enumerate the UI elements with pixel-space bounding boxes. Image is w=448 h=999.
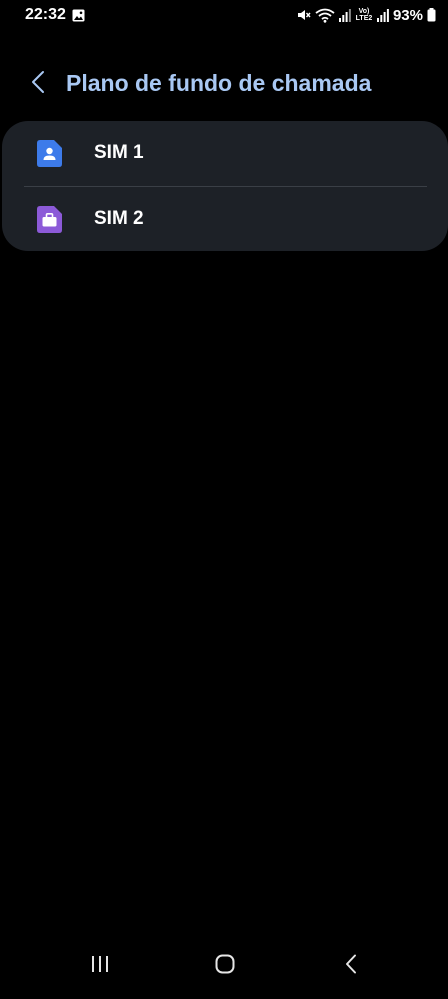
chevron-left-icon: [31, 70, 45, 99]
status-time: 22:32: [25, 6, 66, 23]
status-icons: Vo) LTE2 93%: [297, 5, 436, 25]
back-icon: [345, 954, 357, 979]
network-label-bottom: LTE2: [355, 15, 373, 22]
nav-back-button[interactable]: [331, 951, 371, 981]
list-item-label: SIM 2: [94, 208, 144, 229]
sim-person-icon: [37, 140, 62, 167]
network-label-top: Vo): [358, 8, 370, 15]
sim-briefcase-icon: [37, 206, 62, 233]
wifi-icon: [315, 8, 335, 23]
list-item-sim-1[interactable]: SIM 1: [2, 121, 448, 185]
network-type: Vo) LTE2: [355, 8, 373, 22]
battery-percent: 93%: [392, 6, 423, 24]
back-button[interactable]: [24, 68, 52, 100]
battery-icon: [427, 8, 436, 22]
mute-icon: [297, 8, 311, 22]
signal-icon: [376, 8, 389, 22]
home-icon: [215, 954, 235, 979]
recents-icon: [90, 955, 110, 978]
list-item-label: SIM 1: [94, 142, 144, 163]
page-title: Plano de fundo de chamada: [66, 70, 372, 96]
recents-button[interactable]: [80, 951, 120, 981]
navigation-bar: [0, 941, 448, 999]
sim-list: SIM 1 SIM 2: [2, 121, 448, 251]
app-header: Plano de fundo de chamada: [0, 62, 448, 106]
home-button[interactable]: [205, 951, 245, 981]
gallery-icon: [72, 9, 85, 22]
signal-icon: [338, 8, 351, 22]
status-bar: 22:32 Vo) LTE2 93%: [0, 0, 448, 32]
list-item-sim-2[interactable]: SIM 2: [2, 187, 448, 251]
